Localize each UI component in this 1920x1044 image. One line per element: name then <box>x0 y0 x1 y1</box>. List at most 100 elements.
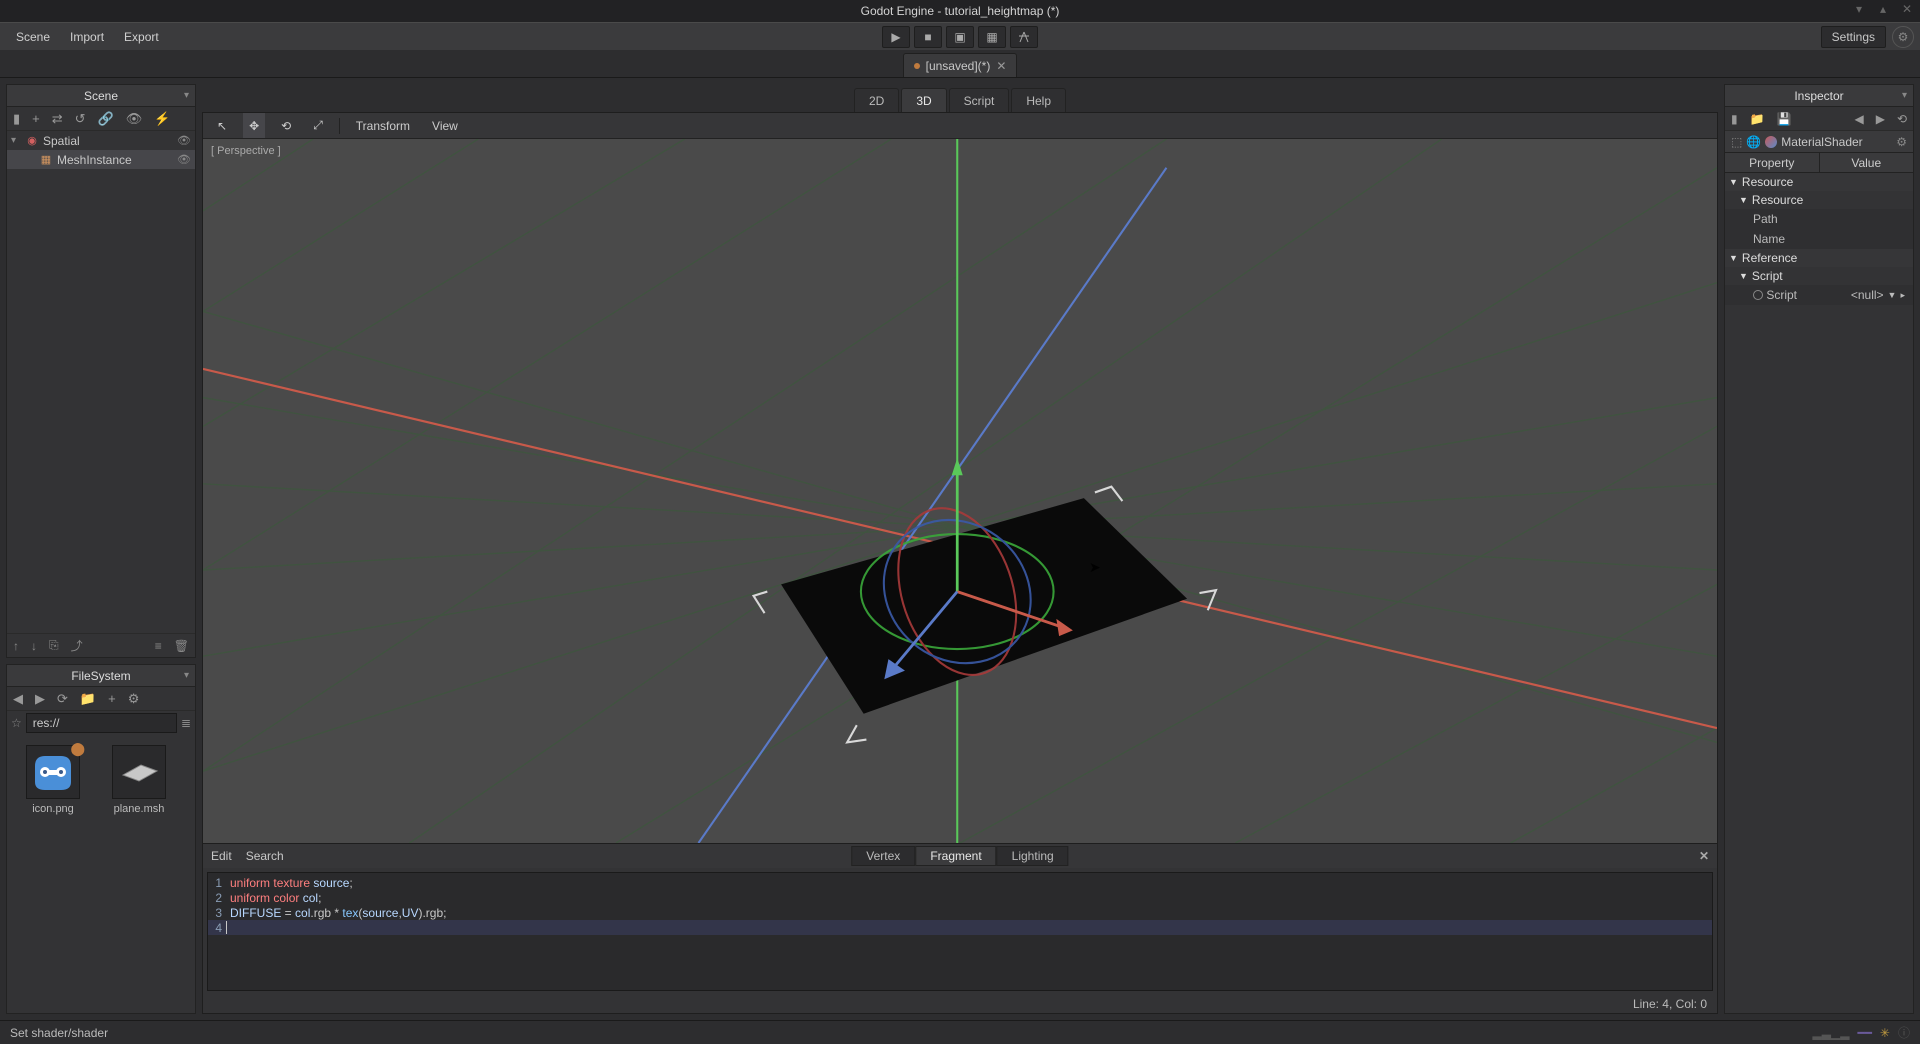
section-resource-sub[interactable]: ▼Resource <box>1725 191 1913 209</box>
editor-mode-tabs: 2D 3D Script Help <box>202 84 1718 112</box>
prev-icon[interactable]: ◀ <box>13 691 23 707</box>
perspective-label[interactable]: [ Perspective ] <box>211 145 281 157</box>
tab-help[interactable]: Help <box>1011 88 1066 112</box>
close-tab-icon[interactable]: ✕ <box>996 59 1006 73</box>
replace-icon[interactable]: ↺ <box>75 111 86 127</box>
eye-icon[interactable]: 👁 <box>177 134 191 147</box>
multi-edit-icon[interactable]: ≡ <box>155 639 162 653</box>
open-resource-icon[interactable]: 📁 <box>1750 112 1765 126</box>
shader-tab-vertex[interactable]: Vertex <box>851 846 915 866</box>
status-message: Set shader/shader <box>10 1026 108 1040</box>
gear-icon[interactable]: ⚙ <box>1896 135 1907 149</box>
folder-icon[interactable]: 📁 <box>80 691 96 707</box>
favorite-icon[interactable]: ☆ <box>11 716 22 730</box>
debug-button[interactable] <box>1010 26 1038 48</box>
duplicate-icon[interactable]: ⎘ <box>49 638 59 653</box>
path-input[interactable]: res:// <box>26 713 177 733</box>
viewport-toolbar: ↖ ✥ ⟲ ⤢ Transform View <box>203 113 1717 139</box>
transform-menu[interactable]: Transform <box>350 113 416 138</box>
viewport-3d[interactable]: [ Perspective ] ➤ <box>203 139 1717 843</box>
history-prev-icon[interactable]: ◀ <box>1854 112 1863 126</box>
shader-search-menu[interactable]: Search <box>246 849 284 863</box>
filesystem-item[interactable]: ⬤ icon.png <box>13 741 93 819</box>
filesystem-panel-header[interactable]: FileSystem ▾ <box>7 665 195 687</box>
spatial-node-icon: ◉ <box>25 134 39 148</box>
filesystem-item[interactable]: plane.msh <box>99 741 179 819</box>
save-resource-icon[interactable]: 💾 <box>1777 112 1792 126</box>
refresh-icon[interactable]: ⟳ <box>57 691 68 707</box>
settings-button[interactable]: Settings <box>1821 26 1886 48</box>
move-down-icon[interactable]: ↓ <box>31 639 37 653</box>
tab-3d[interactable]: 3D <box>901 88 946 112</box>
new-folder-icon[interactable]: + <box>108 691 116 706</box>
stop-button[interactable]: ■ <box>914 26 942 48</box>
property-name[interactable]: Name <box>1725 229 1913 249</box>
shader-code-editor[interactable]: 1uniform texture source; 2uniform color … <box>207 872 1713 991</box>
minimize-icon[interactable]: ▾ <box>1852 2 1866 16</box>
close-panel-icon[interactable]: ✕ <box>1699 849 1709 863</box>
move-up-icon[interactable]: ↑ <box>13 639 19 653</box>
menu-scene[interactable]: Scene <box>6 23 60 50</box>
add-node-icon[interactable]: + <box>32 111 40 126</box>
scene-tab-unsaved[interactable]: [unsaved](*) ✕ <box>903 53 1018 77</box>
menu-import[interactable]: Import <box>60 23 114 50</box>
play-scene-button[interactable]: ▣ <box>946 26 974 48</box>
list-mode-icon[interactable]: ≣ <box>181 716 191 730</box>
next-icon[interactable]: ▶ <box>35 691 45 707</box>
menu-export[interactable]: Export <box>114 23 169 50</box>
spinner-icon: ✳ <box>1880 1026 1890 1040</box>
shader-editor-panel: Edit Search Vertex Fragment Lighting ✕ 1… <box>203 843 1717 1013</box>
visibility-icon[interactable]: 👁 <box>126 111 143 127</box>
globe-icon: 🌐 <box>1746 135 1761 149</box>
instance-icon[interactable]: ⇄ <box>52 111 63 127</box>
new-node-icon[interactable]: ▮ <box>13 111 20 127</box>
chevron-down-icon: ▾ <box>184 670 189 681</box>
link-icon[interactable]: 🔗 <box>98 111 114 127</box>
tab-2d[interactable]: 2D <box>854 88 899 112</box>
dropdown-icon[interactable]: ▼ <box>1888 290 1897 300</box>
inspector-object-row[interactable]: ⬚ 🌐 MaterialShader ⚙ <box>1725 131 1913 153</box>
more-icon[interactable]: ▸ <box>1900 290 1905 301</box>
scale-tool-icon[interactable]: ⤢ <box>307 113 329 138</box>
scene-tab-label: [unsaved](*) <box>926 59 991 73</box>
property-script[interactable]: Script <null> ▼ ▸ <box>1725 285 1913 305</box>
script-icon[interactable]: ⚡ <box>154 111 170 127</box>
tree-node-meshinstance[interactable]: ▦ MeshInstance 👁 <box>7 150 195 169</box>
rotate-tool-icon[interactable]: ⟲ <box>275 113 297 138</box>
section-script[interactable]: ▼Script <box>1725 267 1913 285</box>
shader-tab-lighting[interactable]: Lighting <box>997 846 1069 866</box>
tree-node-spatial[interactable]: ▾ ◉ Spatial 👁 <box>7 131 195 150</box>
history-icon[interactable]: ⟲ <box>1897 112 1907 126</box>
play-custom-button[interactable]: ▦ <box>978 26 1006 48</box>
fs-gear-icon[interactable]: ⚙ <box>128 691 140 707</box>
select-tool-icon[interactable]: ↖ <box>211 113 233 138</box>
section-resource[interactable]: ▼Resource <box>1725 173 1913 191</box>
property-path[interactable]: Path <box>1725 209 1913 229</box>
info-icon[interactable]: ⓘ <box>1898 1024 1910 1041</box>
window-title: Godot Engine - tutorial_heightmap (*) <box>861 4 1060 18</box>
maximize-icon[interactable]: ▴ <box>1876 2 1890 16</box>
status-graph: ━━ <box>1857 1026 1871 1040</box>
eye-icon[interactable]: 👁 <box>177 153 191 166</box>
delete-icon[interactable]: 🗑 <box>174 639 189 653</box>
filesystem-item-label: plane.msh <box>114 803 165 815</box>
tab-script[interactable]: Script <box>949 88 1010 112</box>
view-menu[interactable]: View <box>426 113 464 138</box>
play-button[interactable]: ▶ <box>882 26 910 48</box>
scene-panel-header[interactable]: Scene ▾ <box>7 85 195 107</box>
tree-node-label: MeshInstance <box>57 153 132 167</box>
settings-gear-icon[interactable]: ⚙ <box>1892 26 1914 48</box>
shader-tab-fragment[interactable]: Fragment <box>915 846 996 866</box>
unsaved-dot-icon <box>914 63 920 69</box>
move-tool-icon[interactable]: ✥ <box>243 113 265 138</box>
history-next-icon[interactable]: ▶ <box>1876 112 1885 126</box>
shader-edit-menu[interactable]: Edit <box>211 849 232 863</box>
script-orb-icon <box>1753 290 1763 300</box>
close-window-icon[interactable]: ✕ <box>1900 2 1914 16</box>
inspector-panel-header[interactable]: Inspector ▾ <box>1725 85 1913 107</box>
expand-icon[interactable]: ▾ <box>11 135 21 146</box>
new-resource-icon[interactable]: ▮ <box>1731 112 1738 126</box>
inspector-toolbar: ▮ 📁 💾 ◀ ▶ ⟲ <box>1725 107 1913 131</box>
reparent-icon[interactable]: ⤴ <box>71 637 83 654</box>
section-reference[interactable]: ▼Reference <box>1725 249 1913 267</box>
